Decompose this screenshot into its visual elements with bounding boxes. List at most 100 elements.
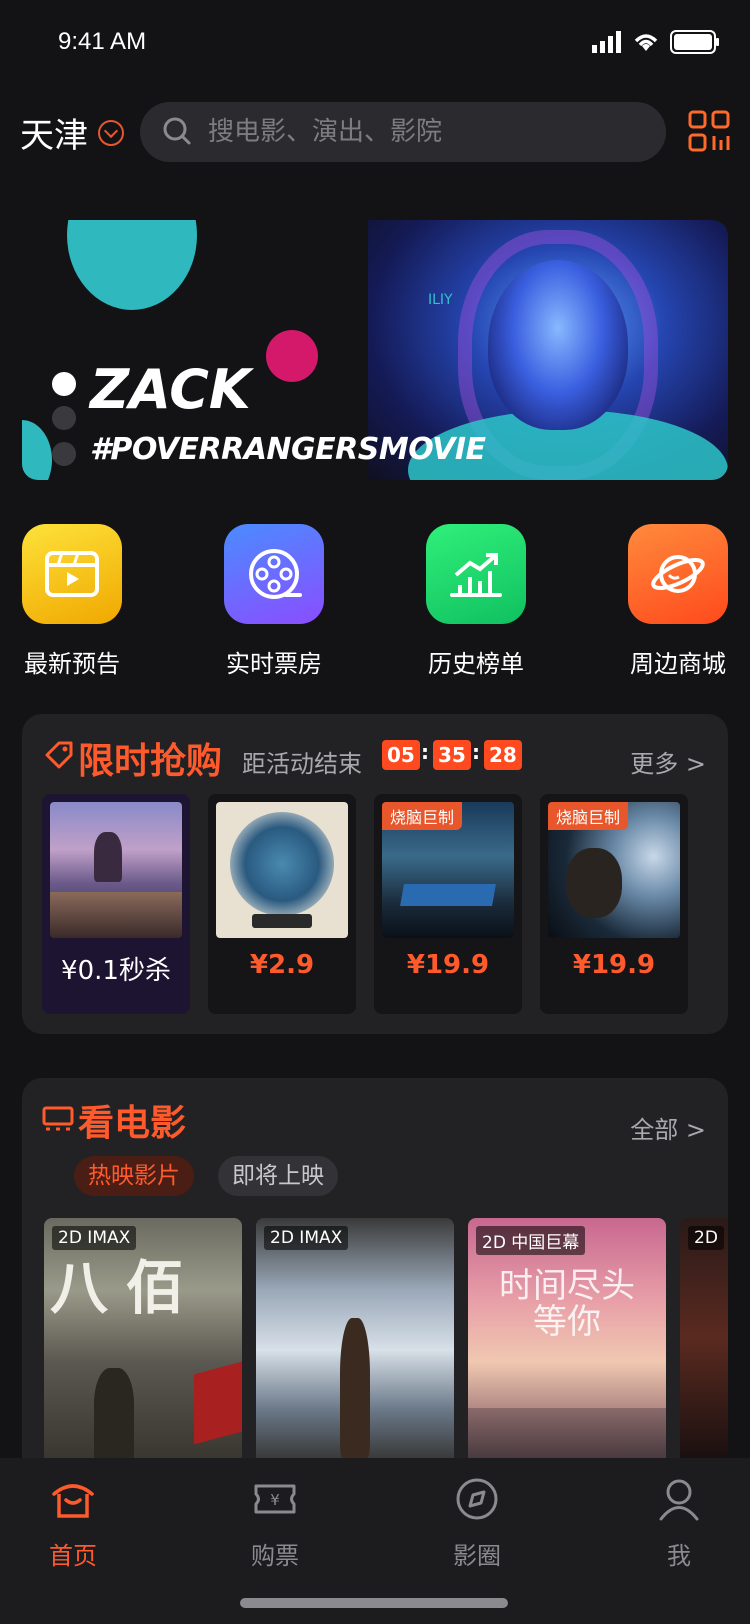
- signal-icon: [592, 31, 621, 53]
- promo-banner[interactable]: ILIY ZACK #POVERRANGERSMOVIE: [22, 220, 728, 480]
- tab-label: 购票: [251, 1542, 299, 1570]
- banner-indicator[interactable]: [52, 442, 76, 466]
- quick-item-history-charts[interactable]: 历史榜单: [421, 524, 531, 679]
- chevron-down-icon: [98, 119, 124, 146]
- quick-menu: 最新预告 实时票房 历史榜单 周边商城: [22, 524, 728, 678]
- deal-poster: 烧脑巨制: [382, 802, 514, 938]
- poster-figure: [94, 1368, 134, 1458]
- deal-poster: [216, 802, 348, 938]
- deal-price: ¥19.9: [406, 950, 490, 980]
- deal-poster: [50, 802, 182, 938]
- deal-price: ¥0.1秒杀: [61, 956, 171, 986]
- wifi-icon: [634, 34, 658, 51]
- poster-title-art: 时间尽头 等你: [499, 1266, 635, 1342]
- home-indicator[interactable]: [240, 1598, 508, 1608]
- deal-card[interactable]: ¥0.1秒杀: [42, 794, 190, 1014]
- movie-poster[interactable]: 八佰 2D IMAX: [44, 1218, 242, 1458]
- deal-price: ¥2.9: [249, 950, 315, 980]
- ticket-icon: ¥: [254, 1484, 296, 1514]
- deal-price: ¥19.9: [572, 950, 656, 980]
- city-selector[interactable]: 天津: [20, 108, 124, 157]
- banner-indicator[interactable]: [52, 406, 76, 430]
- poster-title-art: 八佰: [50, 1254, 203, 1322]
- grid-menu-icon[interactable]: [688, 110, 730, 152]
- tab-tickets[interactable]: ¥ 购票: [215, 1476, 335, 1571]
- banner-indicator-active[interactable]: [52, 372, 76, 396]
- quick-tile: [628, 524, 728, 624]
- poster-medallion: [230, 812, 334, 916]
- quick-tile: [426, 524, 526, 624]
- quick-item-trailers[interactable]: 最新预告: [17, 524, 127, 679]
- tab-label: 我: [667, 1542, 691, 1570]
- quick-label: 最新预告: [24, 650, 120, 678]
- deal-card[interactable]: ¥2.9: [208, 794, 356, 1014]
- movies-section: 看电影 全部 > 热映影片 即将上映 八佰 2D IMAX 2D IMAX 时间…: [22, 1078, 728, 1458]
- countdown-separator: :: [472, 740, 480, 764]
- poster-title-mark: [400, 884, 496, 906]
- movie-poster[interactable]: 2D: [680, 1218, 728, 1458]
- compass-icon: [456, 1478, 498, 1520]
- movie-poster[interactable]: 时间尽头 等你 2D 中国巨幕: [468, 1218, 666, 1458]
- flash-sale-more-link[interactable]: 更多 >: [630, 744, 706, 779]
- poster-bridge: [468, 1408, 666, 1458]
- trend-chart-icon: [450, 553, 502, 597]
- price-tag-icon: [45, 741, 73, 769]
- countdown-label: 距活动结束: [242, 750, 362, 778]
- tab-label: 首页: [49, 1542, 97, 1570]
- poster-format-badge: 2D IMAX: [264, 1226, 349, 1250]
- decor-circle-pink: [266, 330, 318, 382]
- poster-face: [566, 848, 622, 918]
- status-icons: [592, 30, 720, 54]
- quick-item-box-office[interactable]: 实时票房: [219, 524, 329, 679]
- poster-format-badge: 2D: [688, 1226, 724, 1250]
- search-bar[interactable]: [140, 102, 666, 162]
- tab-coming-soon[interactable]: 即将上映: [218, 1156, 338, 1196]
- profile-icon: [659, 1479, 699, 1521]
- movies-title: 看电影: [78, 1103, 187, 1144]
- poster-format-badge: 2D IMAX: [52, 1226, 137, 1250]
- tab-profile[interactable]: 我: [619, 1476, 739, 1571]
- search-icon: [163, 117, 191, 145]
- quick-label: 历史榜单: [428, 650, 524, 678]
- movie-poster[interactable]: 2D IMAX: [256, 1218, 454, 1458]
- deal-badge: 烧脑巨制: [382, 802, 463, 830]
- deal-card[interactable]: 烧脑巨制 ¥19.9: [374, 794, 522, 1014]
- quick-tile: [224, 524, 324, 624]
- flash-sale-card: 限时抢购 距活动结束 05 : 35 : 28 更多 > ¥0.1秒杀 ¥2.9…: [22, 714, 728, 1034]
- countdown-separator: :: [421, 740, 429, 764]
- poster-figure: [94, 832, 122, 882]
- svg-text:¥: ¥: [270, 1491, 280, 1509]
- status-time: 9:41 AM: [58, 28, 147, 55]
- countdown-hours: 05: [382, 740, 420, 770]
- city-label: 天津: [20, 116, 88, 156]
- poster-flag: [194, 1361, 242, 1445]
- deal-card[interactable]: 烧脑巨制 ¥19.9: [540, 794, 688, 1014]
- header: 天津: [0, 100, 750, 164]
- tab-now-showing[interactable]: 热映影片: [74, 1156, 194, 1196]
- tab-home[interactable]: 首页: [13, 1476, 133, 1571]
- banner-vertical-text: ILIY: [428, 292, 453, 308]
- decor-circle-teal: [67, 220, 197, 310]
- screen-icon: [42, 1106, 74, 1131]
- status-bar: 9:41 AM: [0, 0, 750, 88]
- quick-item-merch-store[interactable]: 周边商城: [623, 524, 733, 679]
- countdown-minutes: 35: [433, 740, 471, 770]
- tab-circle[interactable]: 影圈: [417, 1476, 537, 1571]
- decor-sliver-teal: [22, 420, 52, 480]
- poster-figure: [340, 1318, 370, 1458]
- tab-label: 影圈: [453, 1542, 501, 1570]
- banner-subtitle: #POVERRANGERSMOVIE: [90, 432, 486, 467]
- deal-badge: 烧脑巨制: [548, 802, 629, 830]
- flash-sale-title: 限时抢购: [78, 741, 223, 782]
- quick-label: 实时票房: [226, 650, 322, 678]
- poster-title-mark: [252, 914, 312, 928]
- home-icon: [52, 1484, 94, 1518]
- quick-label: 周边商城: [630, 650, 726, 678]
- artwork-face: [488, 260, 628, 430]
- search-input[interactable]: [208, 117, 628, 147]
- film-reel-icon: [249, 549, 302, 599]
- poster-format-badge: 2D 中国巨幕: [476, 1226, 586, 1255]
- banner-title: ZACK: [90, 358, 251, 421]
- deal-poster: 烧脑巨制: [548, 802, 680, 938]
- movies-all-link[interactable]: 全部 >: [630, 1110, 706, 1145]
